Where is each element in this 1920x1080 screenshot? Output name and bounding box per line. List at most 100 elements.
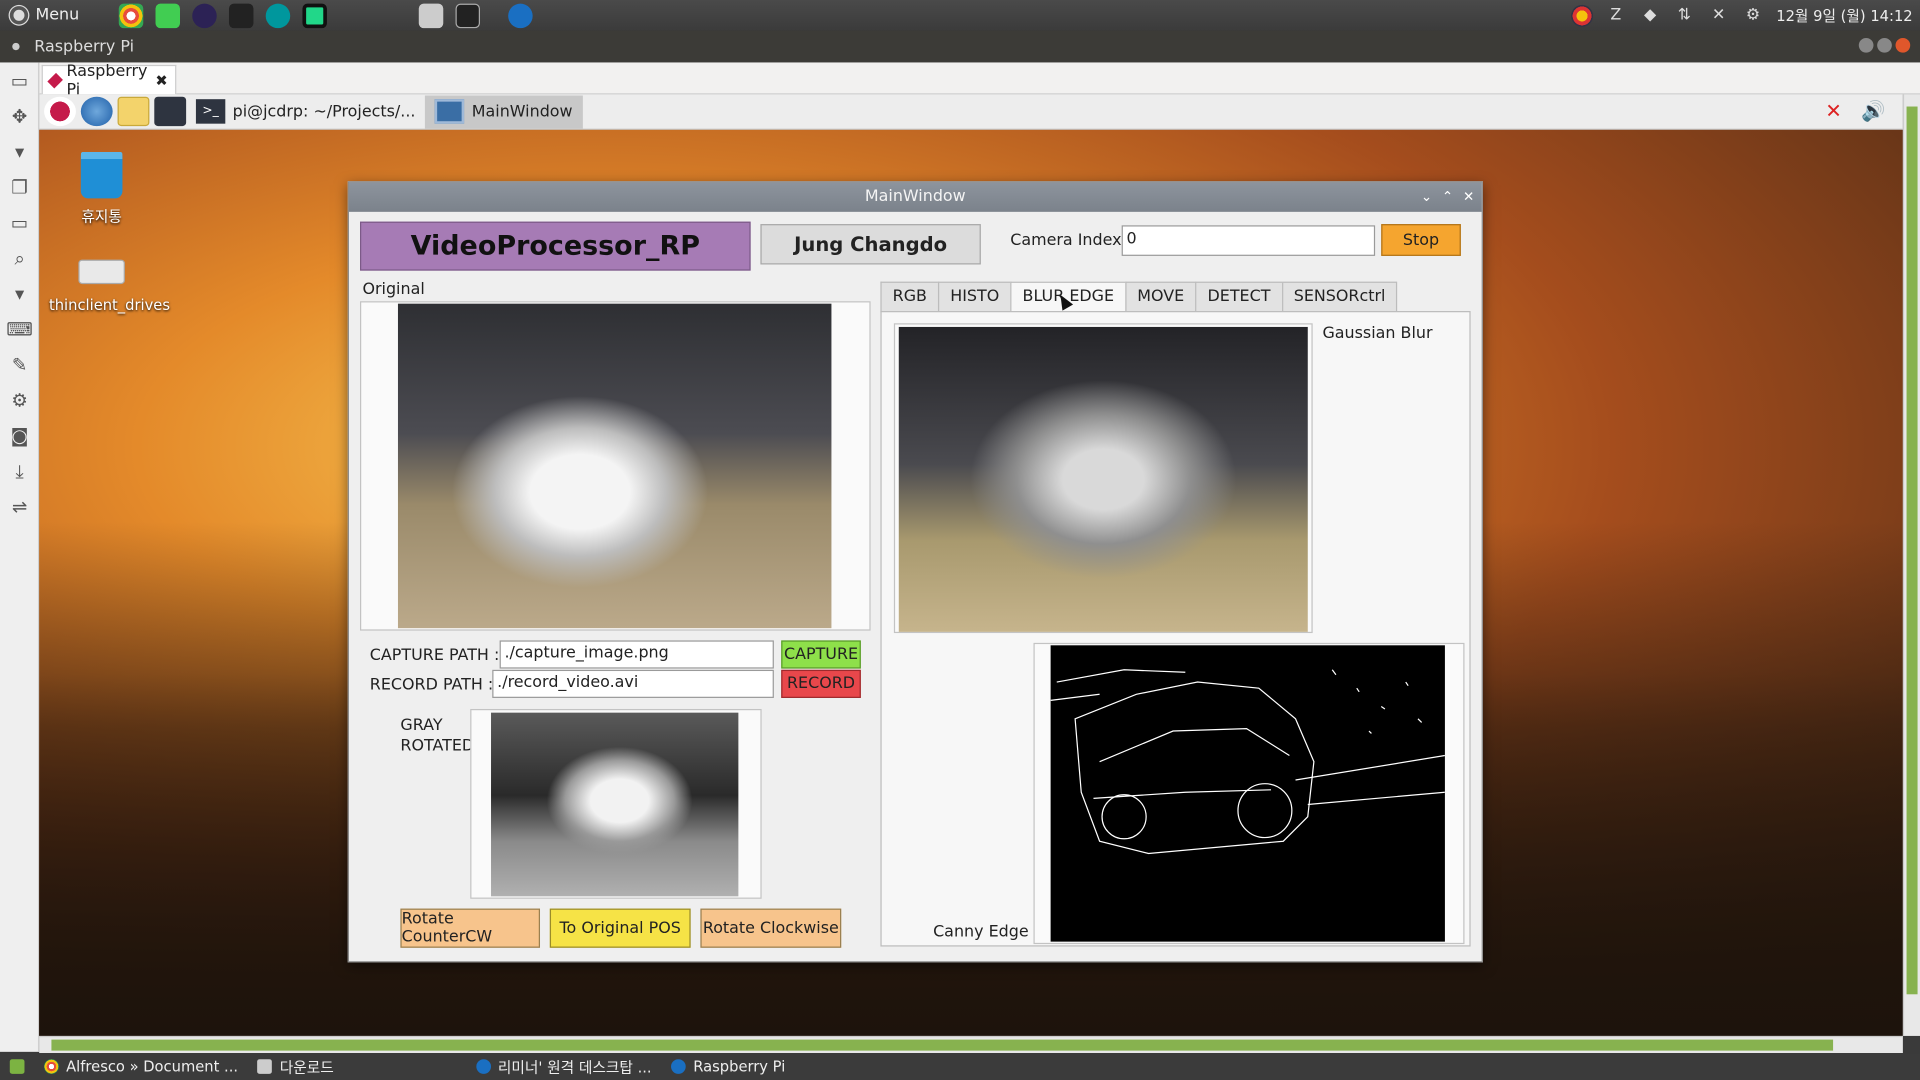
taskbar-item-raspberry-pi[interactable]: Raspberry Pi: [661, 1053, 795, 1080]
capture-path-input[interactable]: ./capture_image.png: [499, 640, 774, 669]
remmina-icon: [475, 1059, 491, 1074]
desktop-icon-label: thinclient_drives: [48, 296, 171, 314]
remmina-icon[interactable]: [507, 3, 533, 28]
file-manager-icon[interactable]: [418, 3, 443, 28]
taskbar-label: 다운로드: [279, 1058, 334, 1076]
input-method-icon[interactable]: [1570, 4, 1593, 27]
tab-move[interactable]: MOVE: [1125, 281, 1196, 313]
network-icon[interactable]: ⇅: [1673, 4, 1695, 26]
desktop-icon-drives[interactable]: thinclient_drives: [49, 252, 170, 313]
qt-creator-icon[interactable]: [155, 3, 180, 28]
keyboard-icon[interactable]: ⌨: [0, 311, 39, 347]
desktop-icon-trash[interactable]: 휴지통: [49, 151, 154, 227]
camera-index-input[interactable]: 0: [1121, 225, 1376, 256]
task-label: MainWindow: [471, 102, 573, 121]
window-controls: [1858, 37, 1911, 53]
multi-monitor-icon[interactable]: ❐: [0, 169, 39, 205]
chevron-down-icon[interactable]: ⌄: [1421, 182, 1432, 211]
raspberry-menu-icon[interactable]: [44, 96, 76, 127]
canny-edge-label: Canny Edge: [933, 923, 1029, 942]
maximize-icon[interactable]: [1877, 37, 1892, 53]
chevron-down-icon[interactable]: ▾: [0, 276, 39, 312]
chevron-down-icon[interactable]: ▾: [0, 133, 39, 169]
host-taskbar: Alfresco » Document ... 다운로드 리미너' 원격 데스크…: [0, 1053, 1920, 1080]
settings-gear-icon[interactable]: ⚙: [1742, 4, 1764, 26]
main-window-title: MainWindow: [864, 187, 966, 206]
show-desktop-button[interactable]: [0, 1053, 34, 1080]
terminal-icon: >_: [195, 99, 226, 124]
to-original-position-button[interactable]: To Original POS: [549, 908, 691, 948]
rotate-counterclockwise-button[interactable]: Rotate CounterCW: [400, 908, 541, 948]
scroll-thumb[interactable]: [51, 1039, 1834, 1051]
record-path-input[interactable]: ./record_video.avi: [492, 669, 774, 698]
zotero-icon[interactable]: Z: [1605, 4, 1627, 26]
pycharm-icon[interactable]: [302, 3, 327, 28]
remmina-toolbar: ▭ ✥ ▾ ❐ ▭ ⌕ ▾ ⌨ ✎ ⚙ ◙ ⤓ ⇌: [0, 62, 40, 1052]
taskbar-item-downloads[interactable]: 다운로드: [248, 1053, 344, 1080]
tab-sensorctrl[interactable]: SENSORctrl: [1281, 281, 1398, 313]
minimize-window-icon[interactable]: ⤓: [0, 453, 39, 489]
chrome-icon[interactable]: [118, 3, 143, 28]
author-label: Jung Changdo: [760, 224, 981, 265]
taskbar-item-alfresco[interactable]: Alfresco » Document ...: [34, 1053, 248, 1080]
minimize-icon[interactable]: [1858, 37, 1874, 53]
task-mainwindow[interactable]: MainWindow: [425, 94, 583, 128]
horizontal-scrollbar[interactable]: [39, 1035, 1903, 1054]
disconnect-icon[interactable]: ⇌: [0, 489, 39, 525]
tab-raspberry-pi[interactable]: Raspberry Pi ✖: [41, 62, 177, 99]
terminal-icon[interactable]: [455, 3, 480, 28]
tab-rgb[interactable]: RGB: [880, 281, 939, 313]
edge-view: [1033, 642, 1465, 945]
remmina-icon: [671, 1059, 686, 1074]
zoom-icon[interactable]: ⌕: [0, 240, 39, 276]
terminal-icon[interactable]: [154, 96, 187, 127]
folder-icon[interactable]: [117, 96, 150, 127]
remote-window-title: Raspberry Pi: [34, 37, 135, 56]
arduino-icon[interactable]: [265, 3, 290, 28]
gray-view: [470, 708, 762, 899]
raspberry-icon: [47, 72, 64, 89]
host-menu-button[interactable]: Menu: [0, 0, 89, 31]
original-camera-image: [397, 303, 832, 629]
task-terminal[interactable]: >_ pi@jcdrp: ~/Projects/...: [186, 95, 425, 128]
move-icon[interactable]: ✥: [0, 98, 39, 134]
browser-icon[interactable]: [80, 96, 113, 127]
eclipse-icon[interactable]: [191, 3, 217, 28]
drive-icon: [78, 259, 125, 285]
system-tray: Z ◆ ⇅ ✕ ⚙ 12월 9일 (월) 14:12: [1570, 0, 1920, 31]
network-disconnected-icon[interactable]: ✕: [1825, 99, 1841, 122]
taskbar-label: 리미너' 원격 데스크탑 ...: [497, 1058, 652, 1076]
vertical-scrollbar[interactable]: [1902, 94, 1920, 1036]
tab-histo[interactable]: HISTO: [938, 281, 1011, 313]
screenshot-icon[interactable]: ◙: [0, 418, 39, 454]
record-path-label: RECORD PATH :: [369, 675, 494, 695]
menu-icon: [9, 6, 29, 25]
original-view: [360, 301, 871, 631]
rotate-clockwise-button[interactable]: Rotate Clockwise: [700, 908, 842, 948]
main-window-titlebar[interactable]: MainWindow ⌄ ⌃ ✕: [348, 182, 1482, 212]
chevron-up-icon[interactable]: ⌃: [1442, 182, 1453, 211]
scroll-thumb[interactable]: [1906, 106, 1918, 995]
record-button[interactable]: RECORD: [781, 669, 861, 698]
close-icon[interactable]: ✕: [1463, 182, 1474, 211]
preferences-icon[interactable]: ⚙: [0, 382, 39, 418]
close-icon[interactable]: [1895, 37, 1911, 53]
task-label: pi@jcdrp: ~/Projects/...: [232, 102, 416, 121]
stop-button[interactable]: Stop: [1381, 224, 1461, 256]
clock[interactable]: 12월 9일 (월) 14:12: [1776, 5, 1912, 26]
app-name-label: VideoProcessor_RP: [360, 221, 751, 271]
capture-button[interactable]: CAPTURE: [781, 640, 861, 669]
tab-detect[interactable]: DETECT: [1195, 281, 1282, 313]
close-tab-icon[interactable]: ✖: [155, 72, 167, 89]
volume-muted-icon[interactable]: ✕: [1708, 4, 1730, 26]
inkscape-icon[interactable]: [228, 3, 254, 28]
file-manager-icon: [257, 1059, 273, 1074]
fullscreen-icon[interactable]: ▭: [0, 62, 39, 98]
window-menu-icon[interactable]: [12, 42, 20, 51]
tools-icon[interactable]: ✎: [0, 347, 39, 383]
dropbox-icon[interactable]: ◆: [1639, 4, 1661, 26]
canny-edge-image: [1050, 645, 1446, 942]
taskbar-item-remmina[interactable]: 리미너' 원격 데스크탑 ...: [466, 1053, 661, 1080]
volume-icon[interactable]: 🔊: [1861, 99, 1885, 122]
window-icon[interactable]: ▭: [0, 204, 39, 240]
